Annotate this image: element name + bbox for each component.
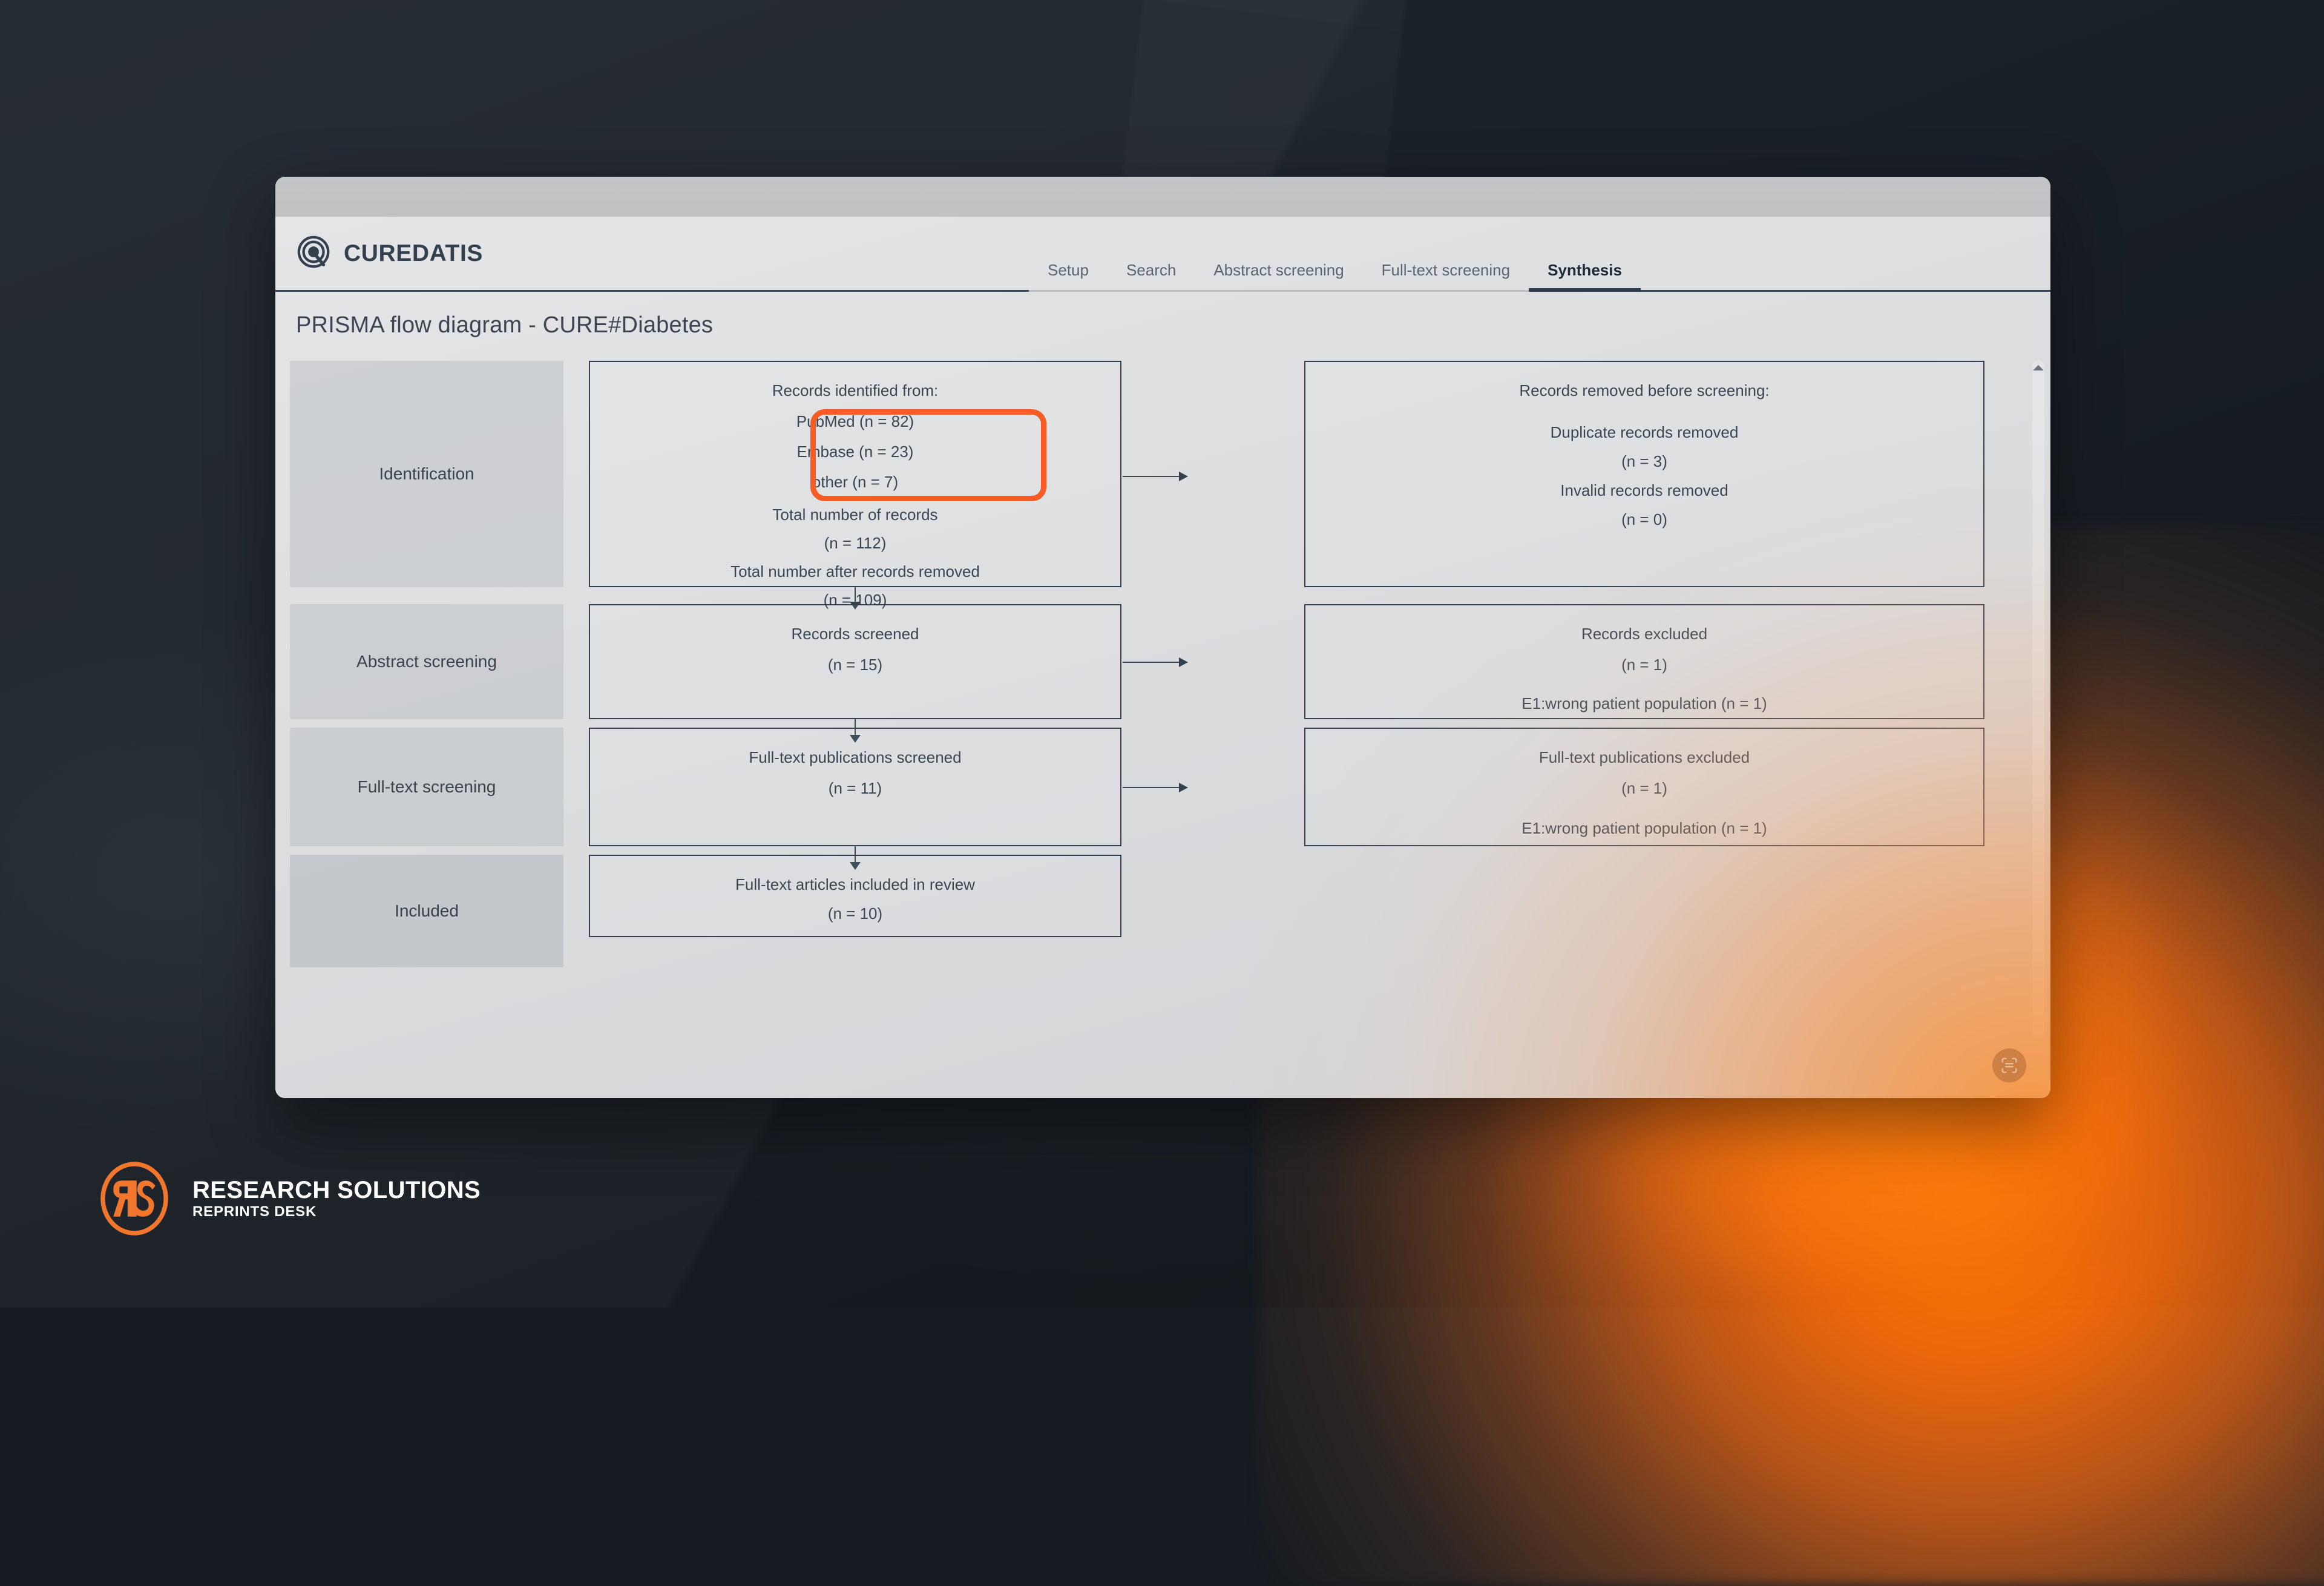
stage-label-full-text-screening: Full-text screening <box>290 728 563 846</box>
box-heading: Records identified from: <box>772 383 939 398</box>
stage-label-identification: Identification <box>290 361 563 587</box>
app-viewport: CUREDATIS Setup Search Abstract screenin… <box>275 217 2050 1098</box>
browser-chrome-bar <box>275 177 2050 217</box>
box-heading: Full-text publications excluded <box>1539 749 1750 765</box>
app-header: CUREDATIS Setup Search Abstract screenin… <box>275 217 2050 292</box>
box-heading: Records removed before screening: <box>1519 383 1769 398</box>
stage-label-abstract-screening: Abstract screening <box>290 604 563 719</box>
main-nav: Setup Search Abstract screening Full-tex… <box>1029 261 1641 290</box>
chevron-up-icon[interactable] <box>2033 365 2044 370</box>
watermark-subtitle: REPRINTS DESK <box>192 1203 481 1220</box>
records-excluded-count: (n = 1) <box>1621 657 1667 673</box>
diagram-scroll-area[interactable]: Identification Abstract screening Full-t… <box>275 358 2050 1042</box>
invalid-label: Invalid records removed <box>1560 482 1728 498</box>
fulltext-excluded-reason: E1:wrong patient population (n = 1) <box>1521 820 1767 836</box>
box-heading: Full-text publications screened <box>749 749 961 765</box>
tab-full-text-screening[interactable]: Full-text screening <box>1363 261 1529 292</box>
tab-setup[interactable]: Setup <box>1029 261 1108 292</box>
records-screened-count: (n = 15) <box>828 657 882 673</box>
watermark-title: RESEARCH SOLUTIONS <box>192 1177 481 1204</box>
records-excluded-reason: E1:wrong patient population (n = 1) <box>1521 696 1767 711</box>
box-records-removed: Records removed before screening: Duplic… <box>1304 361 1984 587</box>
duplicates-label: Duplicate records removed <box>1551 424 1739 440</box>
stage-label-included: Included <box>290 855 563 967</box>
box-fulltext-screened: Full-text publications screened (n = 11) <box>589 728 1121 846</box>
tab-search[interactable]: Search <box>1108 261 1195 292</box>
box-heading: Records screened <box>792 626 919 642</box>
box-records-screened: Records screened (n = 15) <box>589 604 1121 719</box>
tab-synthesis[interactable]: Synthesis <box>1529 261 1641 292</box>
box-heading: Records excluded <box>1581 626 1707 642</box>
invalid-count: (n = 0) <box>1621 512 1667 527</box>
tab-abstract-screening[interactable]: Abstract screening <box>1195 261 1362 292</box>
arrow-identification-to-removed <box>1123 476 1187 477</box>
brand-logo[interactable]: CUREDATIS <box>296 235 483 272</box>
scan-fab-button[interactable] <box>1992 1048 2026 1082</box>
arrow-screened-to-excluded <box>1123 662 1187 663</box>
scan-frame-icon <box>1999 1055 2020 1076</box>
duplicates-count: (n = 3) <box>1621 453 1667 469</box>
arrow-fulltext-to-excluded <box>1123 787 1187 788</box>
total-after-removed-label: Total number after records removed <box>730 564 980 579</box>
box-records-identified: Records identified from: PubMed (n = 82)… <box>589 361 1121 587</box>
total-records-count: (n = 112) <box>824 535 887 551</box>
prisma-flow-diagram: Identification Abstract screening Full-t… <box>275 358 2050 1042</box>
source-pubmed: PubMed (n = 82) <box>796 413 914 429</box>
box-fulltext-excluded: Full-text publications excluded (n = 1) … <box>1304 728 1984 846</box>
fulltext-screened-count: (n = 11) <box>829 780 882 796</box>
rs-circle-icon <box>97 1161 172 1236</box>
research-solutions-logo: RESEARCH SOLUTIONS REPRINTS DESK <box>97 1161 481 1236</box>
diagram-scrollbar[interactable] <box>2032 361 2044 1038</box>
source-other: other (n = 7) <box>812 474 898 490</box>
fulltext-excluded-count: (n = 1) <box>1621 780 1667 796</box>
box-articles-included: Full-text articles included in review (n… <box>589 855 1121 937</box>
source-embase: Embase (n = 23) <box>797 444 914 459</box>
total-records-label: Total number of records <box>772 507 937 522</box>
target-q-icon <box>296 235 333 272</box>
included-count: (n = 10) <box>828 906 882 921</box>
page-title: PRISMA flow diagram - CURE#Diabetes <box>275 292 2050 358</box>
browser-window: CUREDATIS Setup Search Abstract screenin… <box>275 177 2050 1098</box>
box-heading: Full-text articles included in review <box>735 877 975 892</box>
arrow-identification-to-abstract <box>855 587 856 603</box>
brand-name: CUREDATIS <box>344 240 483 267</box>
box-records-excluded: Records excluded (n = 1) E1:wrong patien… <box>1304 604 1984 719</box>
